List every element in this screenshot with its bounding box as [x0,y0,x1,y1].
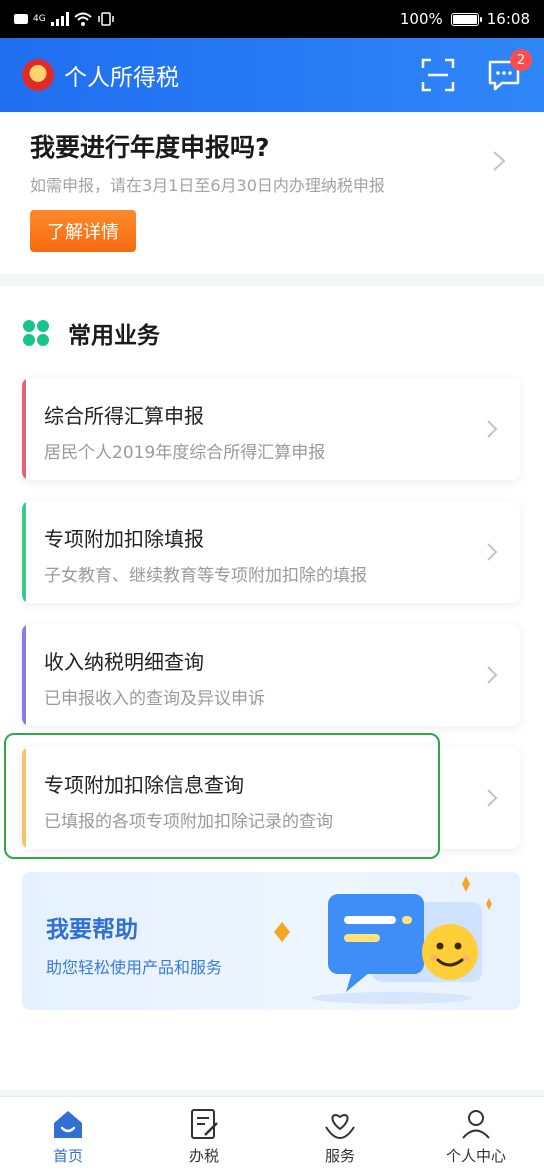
document-icon [191,1109,218,1139]
card-title: 收入纳税明细查询 [44,650,204,674]
learn-more-button[interactable]: 了解详情 [30,210,136,252]
signal-icon [50,12,69,26]
home-icon [54,1111,82,1138]
card-title: 专项附加扣除填报 [44,527,204,551]
network-label: 4G [33,14,46,24]
tab-home[interactable]: 首页 [0,1097,136,1173]
tab-label: 办税 [188,1147,219,1165]
card-subtitle: 已申报收入的查询及异议申诉 [44,689,265,709]
app-title: 个人所得税 [64,65,179,91]
chevron-right-icon [493,151,506,171]
status-bar: 4G 100% 16:08 [0,0,544,38]
chat-smiley-illustration [274,876,492,1004]
chevron-right-icon [487,789,498,807]
tab-profile[interactable]: 个人中心 [408,1097,544,1173]
card-accent [22,501,26,603]
card-subtitle: 子女教育、继续教育等专项附加扣除的填报 [44,566,367,586]
list-item-deduction-query[interactable]: 专项附加扣除信息查询 已填报的各项专项附加扣除记录的查询 [22,747,520,849]
message-button[interactable]: 2 [486,49,532,93]
heart-hand-icon [325,1114,355,1140]
list-item-annual-settlement[interactable]: 综合所得汇算申报 居民个人2019年度综合所得汇算申报 [22,378,520,480]
app-header: 个人所得税 2 [0,38,544,112]
bottom-tab-bar: 首页 办税 服务 个人中心 [0,1096,544,1173]
list-item-deduction-fill[interactable]: 专项附加扣除填报 子女教育、继续教育等专项附加扣除的填报 [22,501,520,603]
card-accent [22,378,26,480]
scan-button[interactable] [420,57,456,93]
battery-icon [450,12,482,26]
header-actions: 2 [420,49,532,93]
help-title: 我要帮助 [46,917,138,943]
card-accent [22,747,26,849]
chevron-right-icon [487,543,498,561]
help-subtitle: 助您轻松使用产品和服务 [46,958,223,977]
message-badge: 2 [510,49,532,71]
tab-label: 个人中心 [445,1147,506,1165]
annual-filing-card[interactable]: 我要进行年度申报吗? 如需申报，请在3月1日至6月30日内办理纳税申报 了解详情 [0,112,544,274]
status-right: 100% 16:08 [400,10,530,28]
help-banner[interactable]: 我要帮助 助您轻松使用产品和服务 [22,872,520,1010]
scan-icon [421,58,455,92]
promo-subtitle: 如需申报，请在3月1日至6月30日内办理纳税申报 [30,176,385,195]
promo-title: 我要进行年度申报吗? [30,133,270,162]
tab-service[interactable]: 服务 [272,1097,408,1173]
section-header: 常用业务 [22,316,160,350]
vibrate-icon [97,12,114,26]
tab-label: 首页 [52,1147,83,1165]
tax-emblem-icon [22,59,54,91]
hd-icon [14,14,28,24]
grid-clover-icon [23,320,49,346]
chevron-right-icon [487,666,498,684]
wifi-icon [74,12,92,26]
card-accent [22,624,26,726]
tab-tax[interactable]: 办税 [136,1097,272,1173]
tab-label: 服务 [324,1147,355,1165]
status-left: 4G [14,12,115,26]
card-title: 综合所得汇算申报 [44,404,204,428]
list-item-income-query[interactable]: 收入纳税明细查询 已申报收入的查询及异议申诉 [22,624,520,726]
section-title: 常用业务 [68,323,160,349]
user-icon [462,1110,490,1139]
card-subtitle: 已填报的各项专项附加扣除记录的查询 [44,812,333,832]
chevron-right-icon [487,420,498,438]
clock: 16:08 [486,10,530,28]
card-title: 专项附加扣除信息查询 [44,773,244,797]
card-subtitle: 居民个人2019年度综合所得汇算申报 [44,443,326,463]
battery-percent: 100% [399,10,443,28]
